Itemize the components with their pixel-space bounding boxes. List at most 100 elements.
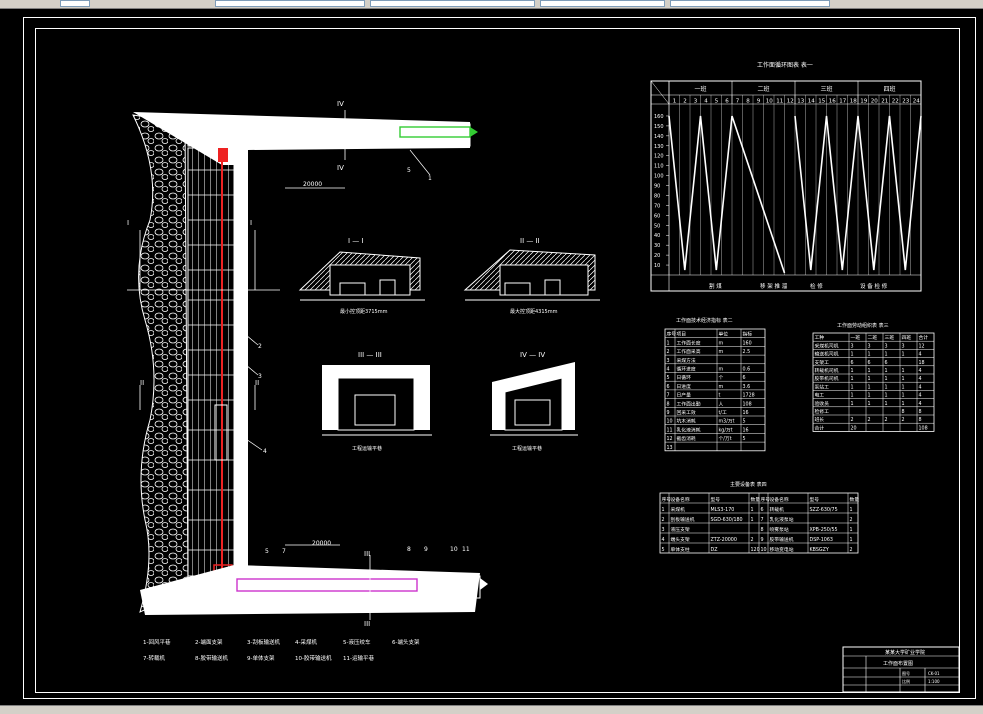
table-cell: 2 [850, 517, 853, 523]
table-cell: 4 [662, 537, 665, 543]
table-cell: 1 [902, 401, 905, 407]
table-cell: 6 [868, 360, 871, 366]
series-line [731, 115, 786, 274]
legend-item: 4-采煤机 [295, 638, 317, 646]
section-iii-label: III — III [358, 351, 382, 359]
callout-10: 10 [450, 546, 458, 553]
callout-7: 7 [282, 548, 286, 555]
table-cell: 1 [850, 507, 853, 513]
cut-label-i-right: I [250, 219, 252, 227]
table-cell: 乳化液消耗 [677, 426, 701, 433]
legend-item: 5-液压绞车 [343, 638, 371, 646]
y-tick-label: 110 [654, 164, 664, 170]
table-cell: 1 [868, 393, 871, 399]
table-cell: 13 [667, 445, 673, 451]
table-cell: 16 [743, 427, 749, 433]
table-cell: 5 [667, 375, 670, 381]
table-cell: 12 [667, 436, 673, 442]
table-cell: 1 [850, 527, 853, 533]
table-cell: 1 [868, 376, 871, 382]
cut-label-iv-top: IV [337, 100, 344, 108]
header-diagonal [650, 80, 670, 105]
table-cell: 4 [919, 368, 922, 374]
y-tick-label: 50 [654, 223, 660, 229]
title-block: 某某大学矿业学院 工作面布置图 图号 CK-01 比例 1:100 [842, 646, 960, 693]
table-cell: KBSGZY [810, 547, 829, 553]
legend-item: 1-回风平巷 [143, 638, 171, 646]
table-cell: 1 [667, 340, 670, 346]
hour-label: 21 [881, 99, 888, 105]
activity-label: 检 修 [810, 282, 823, 290]
callout-11: 11 [462, 546, 470, 553]
table-cell: 1 [902, 393, 905, 399]
legend-item: 9-单体支架 [247, 654, 275, 662]
table-cell: ZTZ-20000 [711, 537, 737, 543]
hour-label: 9 [757, 99, 761, 105]
callout-9: 9 [424, 546, 428, 553]
table-cell: 120 [751, 547, 760, 553]
cut-label-ii-right: II [255, 379, 259, 387]
table-cell: 合计 [815, 424, 825, 431]
table-header-cell: 二班 [868, 334, 878, 341]
table-cell: 3 [662, 527, 665, 533]
cut-label-iv-bottom: IV [337, 164, 344, 172]
table-cell: 1 [851, 368, 854, 374]
table-cell: 1 [751, 517, 754, 523]
table-cell: m [719, 368, 724, 373]
hour-label: 6 [725, 99, 729, 105]
dimension-top: 20000 [303, 181, 322, 188]
section-ii: II — II 最大控顶距4315mm [463, 237, 600, 315]
table-cell: 班长 [815, 416, 825, 423]
table-cell: 采煤机 [671, 506, 686, 513]
table-header-cell: 设备名称 [671, 496, 690, 503]
table-cell: 个/万t [719, 436, 732, 442]
activity-label: 移 架 推 溜 [760, 282, 788, 290]
table-cell: 4 [919, 352, 922, 358]
cycle-chart-title: 工作面循环图表 表一 [757, 61, 813, 69]
title-block-title: 工作面布置图 [883, 660, 913, 667]
table-cell: 5 [743, 436, 746, 442]
table-cell: 日循环 [677, 374, 692, 381]
hour-label: 7 [736, 99, 740, 105]
table-cell: 0.6 [743, 367, 751, 373]
y-tick-label: 70 [654, 203, 660, 209]
callout-2: 2 [258, 343, 262, 350]
hour-label: 2 [683, 99, 687, 105]
legend-item: 8-胶带输送机 [195, 654, 228, 662]
table-cell: 工作面采高 [677, 348, 701, 355]
table-cell: 5 [662, 547, 665, 553]
labor-organization-table: 工种 一班 二班 三班 四班 合计采煤机司机 3 3 3 3 12输送机司机 1 1 1 1 4支架工 6 6 6 1… [812, 332, 935, 432]
table-cell: 胶带输送机 [770, 536, 794, 543]
cad-drawing-canvas[interactable]: IV IV I I II II III III 20000 20000 1 5 … [0, 0, 983, 713]
y-tick-label: 40 [654, 233, 660, 239]
table-header-cell: 型号 [810, 496, 820, 503]
table-cell: 3 [851, 343, 854, 349]
table-cell: 4 [919, 384, 922, 390]
shift-label: 三班 [821, 85, 833, 93]
table-cell: 8 [667, 401, 670, 407]
section-iv-caption: 工程运输平巷 [512, 445, 542, 452]
table-cell: m [719, 385, 724, 390]
table-cell: 采煤方法 [677, 357, 696, 364]
face-supports [187, 147, 235, 589]
table-cell: m [719, 341, 724, 346]
table-cell: 4 [919, 401, 922, 407]
table-cell: 泵站工 [815, 383, 830, 390]
hour-label: 3 [694, 99, 698, 105]
table-cell: 1 [885, 393, 888, 399]
coal-rock-mass [132, 114, 189, 613]
hour-label: 1 [673, 99, 677, 105]
section-iv: IV — IV 工程运输平巷 [490, 351, 578, 452]
table-cell: 2 [885, 417, 888, 423]
table-cell: 电工 [815, 392, 825, 399]
title-block-scale: 1:100 [928, 679, 940, 684]
table-cell: SZZ-630/75 [810, 507, 838, 513]
table-header-cell: 序号 [667, 331, 677, 338]
table-cell: 4 [919, 376, 922, 382]
table-cell: 108 [743, 401, 752, 407]
table-cell: 2 [851, 417, 854, 423]
table-cell: 2 [850, 547, 853, 553]
legend-item: 11-运输平巷 [343, 654, 374, 662]
legend-item: 3-刮板输送机 [247, 638, 280, 646]
table-cell: 验收员 [815, 400, 830, 407]
